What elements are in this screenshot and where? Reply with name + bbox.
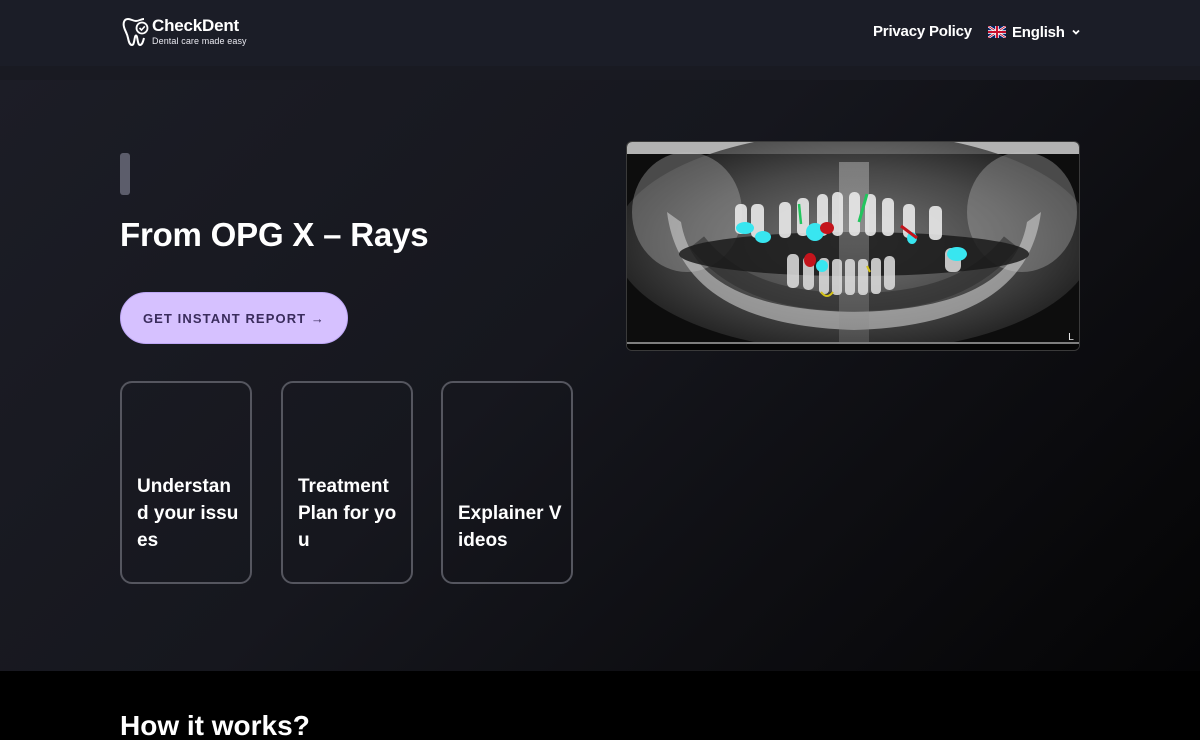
privacy-policy-link[interactable]: Privacy Policy [873, 22, 972, 42]
how-it-works-heading: How it works? [120, 710, 310, 740]
hero-title: From OPG X – Rays [120, 216, 429, 253]
brand-name: CheckDent [152, 16, 240, 35]
brand-logo[interactable]: CheckDent Dental care made easy [122, 16, 247, 50]
feature-card-explainer-videos[interactable]: Explainer Videos [441, 381, 573, 584]
brand-tagline: Dental care made easy [152, 36, 247, 46]
feature-card-treatment-plan[interactable]: Treatment Plan for you [281, 381, 413, 584]
feature-card-understand[interactable]: Understand your issues [120, 381, 252, 584]
get-instant-report-button[interactable]: GET INSTANT REPORT → [120, 292, 348, 344]
feature-card-label: Understand your issues [137, 476, 239, 551]
typing-cursor [120, 153, 130, 195]
top-navigation-bar: CheckDent Dental care made easy Privacy … [0, 0, 1200, 66]
opg-xray-image: L [626, 141, 1080, 351]
feature-card-label: Explainer Videos [458, 503, 562, 551]
xray-illustration: L [627, 142, 1079, 350]
language-selector[interactable]: English [988, 22, 1081, 42]
brand-text: CheckDent Dental care made easy [152, 16, 247, 46]
language-label: English [1012, 23, 1065, 41]
hero-top-band [0, 66, 1200, 80]
tooth-icon [122, 18, 149, 46]
uk-flag-icon [988, 26, 1006, 38]
chevron-down-icon [1072, 29, 1080, 35]
xray-corner-mark: L [1068, 332, 1074, 343]
feature-card-label: Treatment Plan for you [298, 476, 397, 551]
